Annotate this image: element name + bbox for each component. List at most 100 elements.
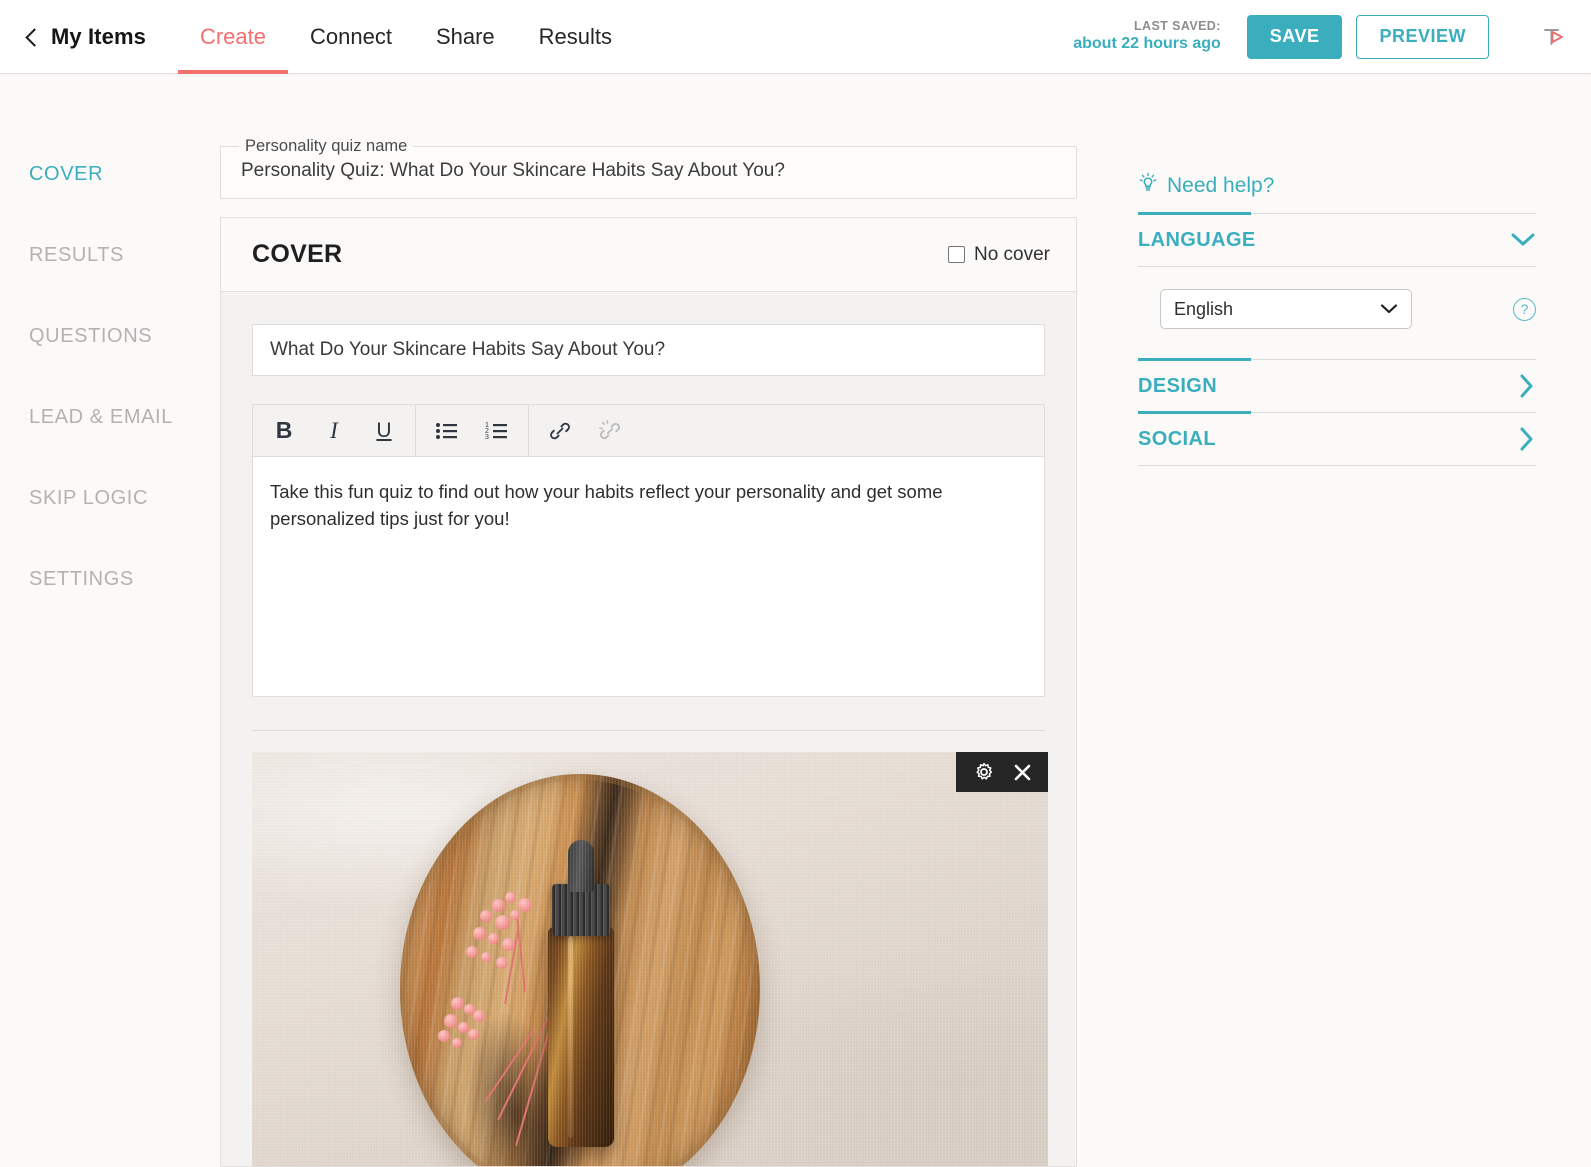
italic-icon[interactable]: I bbox=[309, 406, 359, 456]
need-help-label: Need help? bbox=[1167, 173, 1275, 197]
panel-divider bbox=[1138, 358, 1536, 361]
save-button[interactable]: SAVE bbox=[1246, 14, 1343, 59]
last-saved-status: LAST SAVED: about 22 hours ago bbox=[1073, 19, 1221, 55]
bullet-list-icon[interactable] bbox=[422, 406, 472, 456]
flag-banner-icon[interactable] bbox=[1537, 20, 1571, 54]
flower-bud bbox=[444, 1014, 458, 1028]
sidebar-item-settings[interactable]: SETTINGS bbox=[0, 539, 220, 620]
flower-bud bbox=[473, 1010, 485, 1022]
back-to-my-items-link[interactable]: My Items bbox=[25, 23, 146, 50]
tab-connect[interactable]: Connect bbox=[288, 0, 414, 74]
toolbar-group-link bbox=[529, 405, 641, 457]
no-cover-checkbox[interactable] bbox=[947, 246, 965, 263]
section-sidebar: COVER RESULTS QUESTIONS LEAD & EMAIL SKI… bbox=[0, 74, 220, 1162]
flower-bud bbox=[502, 938, 515, 951]
toolbar-group-lists: 1 2 3 bbox=[416, 404, 529, 457]
panel-section-language[interactable]: LANGUAGE bbox=[1138, 214, 1536, 266]
flower-bud bbox=[505, 892, 516, 903]
link-icon[interactable] bbox=[535, 406, 585, 456]
chevron-right-icon bbox=[1518, 426, 1536, 452]
italic-glyph: I bbox=[330, 417, 338, 443]
editor-toolbar: B I U 1 2 3 bbox=[252, 404, 1045, 457]
cover-image-container[interactable] bbox=[252, 752, 1048, 1166]
flower-bud bbox=[451, 997, 464, 1010]
underline-glyph: U bbox=[376, 418, 392, 442]
flower-stem bbox=[515, 966, 569, 1147]
language-select[interactable]: English bbox=[1160, 289, 1412, 329]
dropper-bottle-body bbox=[548, 927, 614, 1147]
bold-icon[interactable]: B bbox=[259, 406, 309, 456]
preview-button[interactable]: PREVIEW bbox=[1356, 14, 1489, 59]
language-select-value: English bbox=[1174, 298, 1234, 319]
need-help-link[interactable]: Need help? bbox=[1138, 172, 1536, 199]
flower-bud bbox=[466, 946, 478, 958]
gear-icon[interactable] bbox=[972, 760, 996, 784]
svg-text:3: 3 bbox=[485, 434, 489, 441]
flower-stem bbox=[504, 928, 520, 1005]
main-content: Personality quiz name Personality Quiz: … bbox=[220, 74, 1101, 1167]
back-label: My Items bbox=[51, 23, 146, 49]
panel-section-language-label: LANGUAGE bbox=[1138, 228, 1256, 251]
flower-bud bbox=[518, 898, 532, 912]
cover-heading-input[interactable]: What Do Your Skincare Habits Say About Y… bbox=[252, 324, 1045, 376]
panel-section-social-label: SOCIAL bbox=[1138, 427, 1216, 450]
sidebar-item-cover[interactable]: COVER bbox=[0, 134, 220, 215]
panel-section-social[interactable]: SOCIAL bbox=[1138, 413, 1536, 465]
numbered-list-icon[interactable]: 1 2 3 bbox=[472, 406, 522, 456]
sidebar-item-questions[interactable]: QUESTIONS bbox=[0, 296, 220, 377]
tab-connect-label: Connect bbox=[310, 23, 392, 49]
panel-divider bbox=[1138, 465, 1536, 466]
no-cover-label: No cover bbox=[973, 243, 1050, 265]
flower-bud bbox=[464, 1004, 475, 1015]
chevron-down-icon bbox=[1380, 303, 1398, 315]
tab-create[interactable]: Create bbox=[177, 0, 289, 74]
panel-section-design[interactable]: DESIGN bbox=[1138, 360, 1536, 412]
wooden-plate-rim bbox=[400, 774, 760, 1166]
panel-section-design-label: DESIGN bbox=[1138, 374, 1218, 397]
cover-card-header: COVER No cover bbox=[221, 218, 1076, 292]
flower-stem bbox=[515, 914, 527, 993]
dropper-bottle-teat bbox=[568, 840, 594, 892]
main-nav: Create Connect Share Results bbox=[177, 0, 634, 74]
flower-bud bbox=[452, 1038, 462, 1048]
wooden-plate-shape bbox=[400, 774, 760, 1166]
last-saved-value: about 22 hours ago bbox=[1073, 35, 1221, 53]
lightbulb-icon bbox=[1138, 172, 1158, 199]
chevron-right-icon bbox=[1518, 373, 1536, 399]
settings-panel: Need help? LANGUAGE English ? DESIGN SOC… bbox=[1101, 74, 1591, 1162]
app-header: My Items Create Connect Share Results LA… bbox=[0, 0, 1591, 74]
underline-icon[interactable]: U bbox=[359, 406, 409, 456]
flower-bud bbox=[510, 910, 520, 920]
panel-divider bbox=[1138, 212, 1536, 215]
flower-bud bbox=[468, 1029, 479, 1040]
sidebar-item-lead-email[interactable]: LEAD & EMAIL bbox=[0, 377, 220, 458]
tab-results[interactable]: Results bbox=[517, 0, 634, 74]
page-title: COVER bbox=[252, 240, 343, 268]
no-cover-toggle[interactable]: No cover bbox=[947, 243, 1050, 266]
page-body: COVER RESULTS QUESTIONS LEAD & EMAIL SKI… bbox=[0, 74, 1591, 1167]
flower-bud bbox=[492, 899, 505, 912]
flower-stem bbox=[484, 1028, 536, 1103]
flower-bud bbox=[481, 952, 491, 962]
flower-bud bbox=[438, 1030, 450, 1042]
flower-bud bbox=[488, 933, 499, 944]
chevron-left-icon bbox=[25, 27, 44, 47]
quiz-name-legend: Personality quiz name bbox=[245, 137, 408, 155]
last-saved-label: LAST SAVED: bbox=[1133, 18, 1221, 33]
question-circle-icon[interactable]: ? bbox=[1513, 297, 1536, 321]
panel-divider bbox=[1138, 411, 1536, 414]
tab-share[interactable]: Share bbox=[414, 0, 517, 74]
sidebar-item-skip-logic[interactable]: SKIP LOGIC bbox=[0, 458, 220, 539]
close-icon[interactable] bbox=[1010, 760, 1034, 784]
chevron-down-icon bbox=[1510, 232, 1536, 248]
quiz-name-field[interactable]: Personality quiz name Personality Quiz: … bbox=[220, 137, 1077, 199]
flower-bud bbox=[480, 910, 492, 922]
flower-bud bbox=[495, 915, 510, 930]
sidebar-item-results[interactable]: RESULTS bbox=[0, 215, 220, 296]
toolbar-group-format: B I U bbox=[253, 404, 416, 457]
tab-create-label: Create bbox=[199, 23, 266, 49]
cover-card: COVER No cover What Do Your Skincare Hab… bbox=[220, 217, 1077, 1167]
quiz-name-input[interactable]: Personality Quiz: What Do Your Skincare … bbox=[221, 156, 1076, 182]
tab-share-label: Share bbox=[435, 23, 495, 49]
cover-description-textarea[interactable]: Take this fun quiz to find out how your … bbox=[252, 456, 1045, 697]
